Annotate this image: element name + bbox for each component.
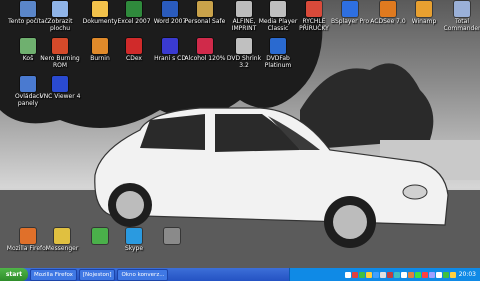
desktop-icon-label: Total Commander xyxy=(443,18,480,32)
desktop-icon-label: Excel 2007 xyxy=(117,18,151,25)
tray-icon-16[interactable] xyxy=(449,271,456,278)
dvdfab-platinum-icon xyxy=(270,38,286,54)
tray-icon-5[interactable] xyxy=(372,271,379,278)
skype-icon xyxy=(126,228,142,244)
desktop-icon-personal-safe[interactable]: Personal Safe xyxy=(183,1,227,25)
acdsee-icon xyxy=(380,1,396,17)
word-2007-icon xyxy=(162,1,178,17)
alfine-imprint-icon xyxy=(236,1,252,17)
rychle-prirucky-icon xyxy=(306,1,322,17)
winamp-icon xyxy=(416,1,432,17)
tray-icon-4[interactable] xyxy=(365,271,372,278)
hrani-s-cd-icon xyxy=(162,38,178,54)
tray-icon-3[interactable] xyxy=(358,271,365,278)
tray-icon-14[interactable] xyxy=(435,271,442,278)
bsplayer-pro-icon xyxy=(342,1,358,17)
desktop-icon-label: Alcohol 120% xyxy=(184,55,226,62)
tray-icon-1[interactable] xyxy=(344,271,351,278)
tento-pocitac-icon xyxy=(20,1,36,17)
system-tray: 20:03 xyxy=(289,268,480,281)
desktop-icon-label: Hraní s CD xyxy=(154,55,186,62)
desktop-icon-label: DVDFab Platinum xyxy=(264,55,292,69)
clock[interactable]: 20:03 xyxy=(459,271,476,278)
alcohol-120-icon xyxy=(197,38,213,54)
desktop-icon-nero-burning-rom[interactable]: Nero Burning ROM xyxy=(38,38,82,69)
desktop-icon-vnc-viewer[interactable]: VNC Viewer 4 xyxy=(38,76,82,100)
desktop-icon-app-icon-2[interactable] xyxy=(150,228,194,244)
tray-icon-8[interactable] xyxy=(393,271,400,278)
vnc-viewer-icon xyxy=(52,76,68,92)
app-icon-2-icon xyxy=(164,228,180,244)
personal-safe-icon xyxy=(197,1,213,17)
tray-icon-9[interactable] xyxy=(400,271,407,278)
total-commander-icon xyxy=(454,1,470,17)
tray-icon-2[interactable] xyxy=(351,271,358,278)
desktop-icon-dvdfab-platinum[interactable]: DVDFab Platinum xyxy=(256,38,300,69)
ovladaci-panely-icon xyxy=(20,76,36,92)
task-okno-konverzace[interactable]: Okno konverz... xyxy=(117,268,169,281)
desktop-icon-label: Burnin xyxy=(90,55,110,62)
tray-icon-13[interactable] xyxy=(428,271,435,278)
zobrazit-plochu-icon xyxy=(52,1,68,17)
desktop-icon-label: Nero Burning ROM xyxy=(40,55,80,69)
desktop-icon-label: CDex xyxy=(126,55,142,62)
burnin-icon xyxy=(92,38,108,54)
dokumenty-icon xyxy=(92,1,108,17)
desktop-icon-label: Skype xyxy=(124,245,144,252)
nero-burning-rom-icon xyxy=(52,38,68,54)
desktop-icon-total-commander[interactable]: Total Commander xyxy=(440,1,480,32)
media-player-classic-icon xyxy=(270,1,286,17)
taskbar: start Mozilla Firefox [Nojeston] Okno konv… xyxy=(0,268,480,281)
tray-icon-12[interactable] xyxy=(421,271,428,278)
desktop-icon-label: ACDSee 7.0 xyxy=(370,18,406,25)
tray-icon-15[interactable] xyxy=(442,271,449,278)
kos-icon xyxy=(20,38,36,54)
task-mozilla-firefox[interactable]: Mozilla Firefox xyxy=(30,268,77,281)
desktop-icon-label: Koš xyxy=(22,55,34,62)
desktop-icon-label: BSplayer Pro xyxy=(330,18,370,25)
desktop-icon-alcohol-120[interactable]: Alcohol 120% xyxy=(183,38,227,62)
desktop-icon-label: Messenger xyxy=(45,245,79,252)
messenger-icon xyxy=(54,228,70,244)
tray-icon-10[interactable] xyxy=(407,271,414,278)
desktop-icon-label: VNC Viewer 4 xyxy=(39,93,81,100)
desktop-icon-zobrazit-plochu[interactable]: Zobrazit plochu xyxy=(38,1,82,32)
dvd-shrink-icon xyxy=(236,38,252,54)
mozilla-firefox-icon xyxy=(20,228,36,244)
task-nojeston[interactable]: [Nojeston] xyxy=(78,268,116,281)
desktop-icon-label: Winamp xyxy=(411,18,437,25)
tray-icon-7[interactable] xyxy=(386,271,393,278)
cdex-icon xyxy=(126,38,142,54)
start-button[interactable]: start xyxy=(0,268,28,281)
tray-icon-11[interactable] xyxy=(414,271,421,278)
net-icon-icon xyxy=(92,228,108,244)
excel-2007-icon xyxy=(126,1,142,17)
tray-icon-6[interactable] xyxy=(379,271,386,278)
desktop-icon-label: Word 2007 xyxy=(153,18,187,25)
desktop-icon-label: Zobrazit plochu xyxy=(47,18,73,32)
desktop-icon-label: Personal Safe xyxy=(184,18,226,25)
